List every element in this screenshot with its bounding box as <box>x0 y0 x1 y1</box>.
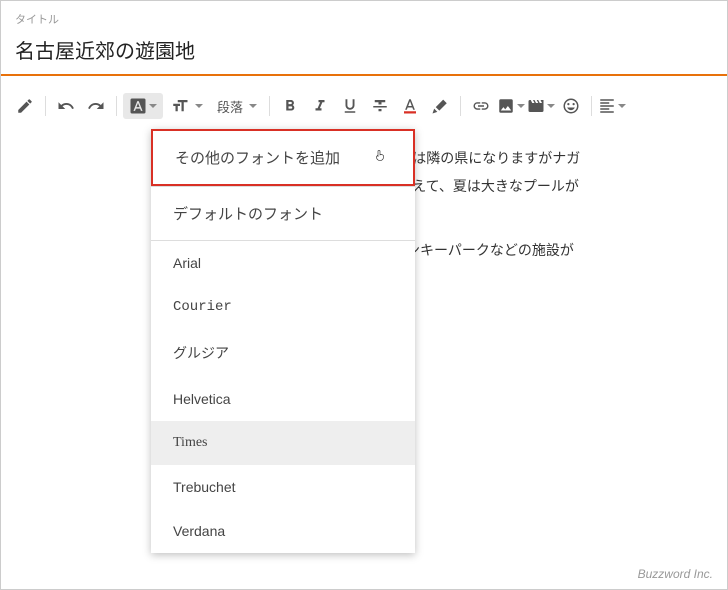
undo-icon[interactable] <box>52 92 80 120</box>
font-option-arial[interactable]: Arial <box>151 241 415 285</box>
font-option-helvetica[interactable]: Helvetica <box>151 377 415 421</box>
video-button[interactable] <box>527 92 555 120</box>
cursor-pointer-icon <box>373 149 389 165</box>
font-dropdown: その他のフォントを追加 デフォルトのフォント Arial Courier グルジ… <box>151 129 415 553</box>
font-option-trebuchet[interactable]: Trebuchet <box>151 465 415 509</box>
toolbar: 段落 <box>1 86 727 126</box>
separator <box>269 96 270 116</box>
caret-down-icon <box>547 104 555 108</box>
image-button[interactable] <box>497 92 525 120</box>
highlight-button[interactable] <box>426 92 454 120</box>
separator <box>45 96 46 116</box>
title-label: タイトル <box>1 1 727 29</box>
bold-button[interactable] <box>276 92 304 120</box>
paragraph-label: 段落 <box>217 97 243 116</box>
footer-credit: Buzzword Inc. <box>638 567 713 581</box>
title-input[interactable]: 名古屋近郊の遊園地 <box>1 29 727 76</box>
strikethrough-button[interactable] <box>366 92 394 120</box>
separator <box>116 96 117 116</box>
add-more-fonts-item[interactable]: その他のフォントを追加 <box>151 129 415 186</box>
font-option-verdana[interactable]: Verdana <box>151 509 415 553</box>
separator <box>591 96 592 116</box>
caret-down-icon <box>517 104 525 108</box>
add-more-fonts-label: その他のフォントを追加 <box>175 150 340 167</box>
font-option-courier[interactable]: Courier <box>151 285 415 329</box>
paragraph-style-button[interactable]: 段落 <box>211 93 263 120</box>
caret-down-icon <box>149 104 157 108</box>
caret-down-icon <box>195 104 203 108</box>
default-font-item[interactable]: デフォルトのフォント <box>151 187 415 240</box>
font-family-button[interactable] <box>123 93 163 119</box>
emoji-button[interactable] <box>557 92 585 120</box>
underline-button[interactable] <box>336 92 364 120</box>
redo-icon[interactable] <box>82 92 110 120</box>
font-icon <box>129 97 147 115</box>
link-button[interactable] <box>467 92 495 120</box>
text-color-button[interactable] <box>396 92 424 120</box>
compose-icon[interactable] <box>11 92 39 120</box>
text-size-icon <box>171 97 189 115</box>
caret-down-icon <box>618 104 626 108</box>
separator <box>460 96 461 116</box>
italic-button[interactable] <box>306 92 334 120</box>
caret-down-icon <box>249 104 257 108</box>
font-option-times[interactable]: Times <box>151 421 415 465</box>
font-option-georgia[interactable]: グルジア <box>151 329 415 377</box>
font-size-button[interactable] <box>165 93 209 119</box>
align-button[interactable] <box>598 92 626 120</box>
